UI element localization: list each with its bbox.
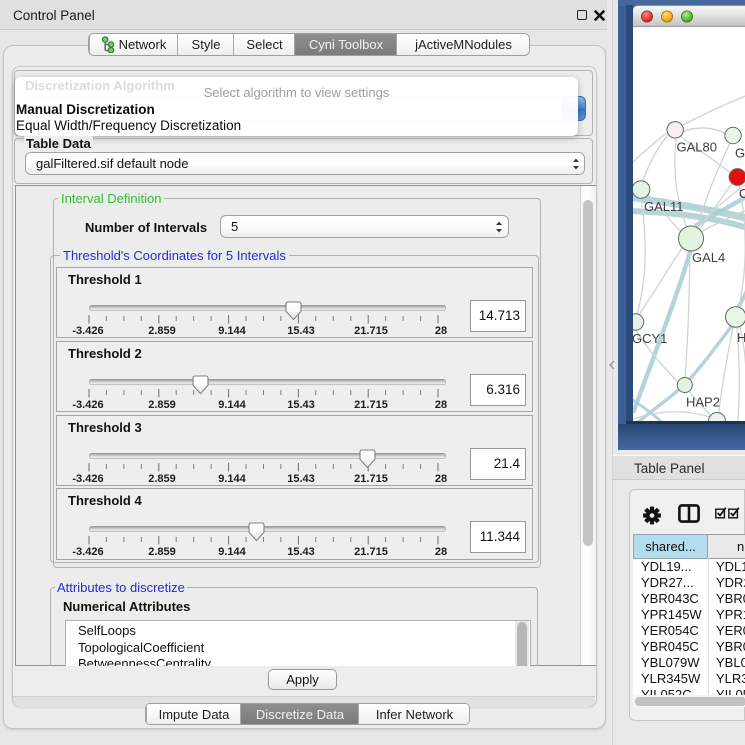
svg-text:C: C [739,186,745,201]
svg-text:H: H [737,330,745,345]
svg-text:HAP2: HAP2 [686,395,720,410]
svg-text:GCY1: GCY1 [633,331,667,346]
svg-text:GA: GA [735,146,745,161]
svg-text:GAL11: GAL11 [644,199,684,214]
svg-text:GAL80: GAL80 [677,140,717,155]
svg-text:GAL4: GAL4 [692,250,725,265]
